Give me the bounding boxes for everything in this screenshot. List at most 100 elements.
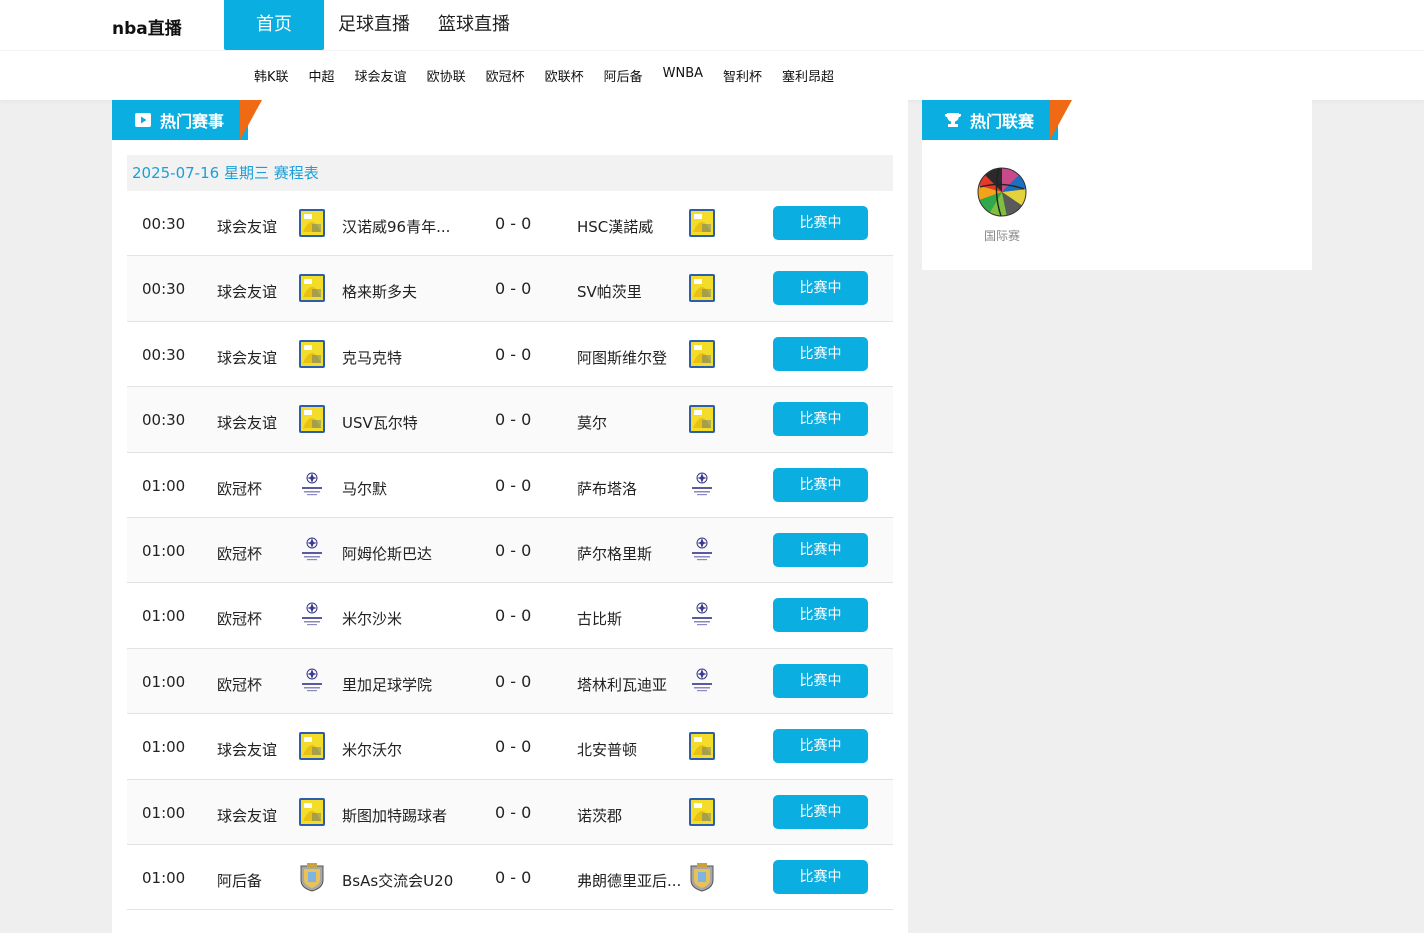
- nav-football-live[interactable]: 足球直播: [324, 0, 424, 50]
- match-row[interactable]: 01:00 欧冠杯 马尔默 0 - 0 萨布塔洛 比赛中: [127, 452, 893, 518]
- subnav-item[interactable]: 韩K联: [254, 66, 289, 85]
- away-team[interactable]: 塔林利瓦迪亚: [577, 674, 685, 695]
- live-status-button[interactable]: 比赛中: [773, 663, 868, 698]
- champions-league-icon: [298, 600, 326, 630]
- home-team[interactable]: 格来斯多夫: [342, 281, 482, 302]
- live-status-button[interactable]: 比赛中: [773, 532, 868, 567]
- home-team[interactable]: 里加足球学院: [342, 674, 482, 695]
- match-time: 01:00: [142, 738, 186, 757]
- away-team[interactable]: 萨尔格里斯: [577, 543, 685, 564]
- friendly-badge-icon: [298, 404, 326, 434]
- match-row[interactable]: 01:00 球会友谊 米尔沃尔 0 - 0 北安普顿 比赛中: [127, 714, 893, 780]
- league-subnav: 韩K联 中超 球会友谊 欧协联 欧冠杯 欧联杯 阿后备 WNBA 智利杯 塞利昂超: [254, 66, 854, 85]
- match-time: 00:30: [142, 215, 186, 233]
- nav-home[interactable]: 首页: [224, 0, 324, 50]
- away-team[interactable]: 弗朗德里亚后...: [577, 870, 685, 891]
- match-row[interactable]: 01:00 欧冠杯 米尔沙米 0 - 0 古比斯 比赛中: [127, 583, 893, 649]
- live-status-button[interactable]: 比赛中: [773, 402, 868, 437]
- tab-accent: [1050, 100, 1073, 140]
- section-title: 热门赛事: [160, 112, 225, 131]
- live-status-button[interactable]: 比赛中: [773, 859, 868, 894]
- live-status-button[interactable]: 比赛中: [773, 336, 868, 371]
- match-score: 0 - 0: [495, 410, 532, 430]
- live-status-button[interactable]: 比赛中: [773, 467, 868, 502]
- friendly-badge-icon: [688, 273, 716, 303]
- match-row[interactable]: 01:00 球会友谊 斯图加特踢球者 0 - 0 诺茨郡 比赛中: [127, 779, 893, 845]
- match-time: 00:30: [142, 411, 186, 430]
- main-nav: 首页 足球直播 篮球直播: [224, 0, 524, 50]
- home-team[interactable]: BsAs交流会U20: [342, 870, 482, 891]
- home-team[interactable]: 米尔沃尔: [342, 739, 482, 760]
- home-team[interactable]: 汉诺威96青年...: [342, 216, 482, 237]
- match-league[interactable]: 欧冠杯: [217, 478, 262, 499]
- away-team[interactable]: 萨布塔洛: [577, 478, 685, 499]
- away-team[interactable]: 诺茨郡: [577, 805, 685, 826]
- home-team[interactable]: 米尔沙米: [342, 608, 482, 629]
- champions-league-icon: [688, 600, 716, 630]
- subnav-item[interactable]: 阿后备: [604, 66, 643, 85]
- subnav-item[interactable]: 欧联杯: [545, 66, 584, 85]
- home-team[interactable]: USV瓦尔特: [342, 412, 482, 433]
- away-team[interactable]: HSC漢諾威: [577, 216, 685, 237]
- match-row[interactable]: 01:00 阿后备 BsAs交流会U20 0 - 0 弗朗德里亚后... 比赛中: [127, 844, 893, 911]
- match-time: 01:00: [142, 476, 186, 495]
- live-status-button[interactable]: 比赛中: [773, 598, 868, 633]
- match-league[interactable]: 球会友谊: [217, 412, 277, 433]
- champions-league-icon: [688, 535, 716, 565]
- match-league[interactable]: 欧冠杯: [217, 543, 262, 564]
- friendly-badge-icon: [298, 273, 326, 303]
- match-time: 01:00: [142, 672, 186, 691]
- home-team[interactable]: 斯图加特踢球者: [342, 805, 482, 826]
- subnav-item[interactable]: 中超: [309, 66, 335, 85]
- away-team[interactable]: SV帕茨里: [577, 281, 685, 302]
- home-team[interactable]: 克马克特: [342, 347, 482, 368]
- away-team[interactable]: 阿图斯维尔登: [577, 347, 685, 368]
- friendly-badge-icon: [688, 797, 716, 827]
- champions-league-icon: [688, 470, 716, 500]
- match-score: 0 - 0: [495, 737, 532, 757]
- home-team[interactable]: 马尔默: [342, 478, 482, 499]
- league-item-international[interactable]: 国际赛: [975, 167, 1029, 244]
- match-league[interactable]: 球会友谊: [217, 347, 277, 368]
- subnav-item[interactable]: 智利杯: [723, 66, 762, 85]
- match-row[interactable]: 00:30 球会友谊 USV瓦尔特 0 - 0 莫尔 比赛中: [127, 387, 893, 453]
- away-team[interactable]: 古比斯: [577, 608, 685, 629]
- match-row[interactable]: 00:30 球会友谊 克马克特 0 - 0 阿图斯维尔登 比赛中: [127, 321, 893, 388]
- match-league[interactable]: 球会友谊: [217, 805, 277, 826]
- match-time: 01:00: [142, 868, 186, 887]
- play-icon: [135, 113, 151, 127]
- subnav-item[interactable]: 欧冠杯: [486, 66, 525, 85]
- match-league[interactable]: 欧冠杯: [217, 608, 262, 629]
- match-league[interactable]: 球会友谊: [217, 281, 277, 302]
- match-score: 0 - 0: [495, 214, 532, 233]
- subnav-item[interactable]: 塞利昂超: [782, 66, 834, 85]
- subnav-item[interactable]: WNBA: [663, 66, 703, 85]
- match-league[interactable]: 阿后备: [217, 870, 262, 891]
- live-status-button[interactable]: 比赛中: [773, 206, 868, 240]
- friendly-badge-icon: [298, 731, 326, 761]
- away-team[interactable]: 莫尔: [577, 412, 685, 433]
- site-logo[interactable]: nba直播: [112, 14, 182, 39]
- match-score: 0 - 0: [495, 867, 532, 887]
- argentina-badge-icon: [298, 862, 326, 892]
- match-league[interactable]: 球会友谊: [217, 739, 277, 760]
- match-row[interactable]: 01:00 欧冠杯 里加足球学院 0 - 0 塔林利瓦迪亚 比赛中: [127, 648, 893, 715]
- match-row[interactable]: 00:30 球会友谊 汉诺威96青年... 0 - 0 HSC漢諾威 比赛中: [127, 191, 893, 257]
- champions-league-icon: [298, 535, 326, 565]
- friendly-badge-icon: [298, 208, 326, 238]
- match-score: 0 - 0: [495, 540, 532, 560]
- subnav-item[interactable]: 欧协联: [427, 66, 466, 85]
- nav-basketball-live[interactable]: 篮球直播: [424, 0, 524, 50]
- friendly-badge-icon: [298, 797, 326, 827]
- live-status-button[interactable]: 比赛中: [773, 729, 868, 764]
- match-league[interactable]: 球会友谊: [217, 216, 277, 237]
- match-row[interactable]: 01:00 欧冠杯 阿姆伦斯巴达 0 - 0 萨尔格里斯 比赛中: [127, 517, 893, 584]
- subnav-item[interactable]: 球会友谊: [355, 66, 407, 85]
- live-status-button[interactable]: 比赛中: [773, 271, 868, 306]
- live-status-button[interactable]: 比赛中: [773, 794, 868, 829]
- match-row[interactable]: 00:30 球会友谊 格来斯多夫 0 - 0 SV帕茨里 比赛中: [127, 256, 893, 322]
- home-team[interactable]: 阿姆伦斯巴达: [342, 543, 482, 564]
- away-team[interactable]: 北安普顿: [577, 739, 685, 760]
- match-league[interactable]: 欧冠杯: [217, 674, 262, 695]
- friendly-badge-icon: [298, 339, 326, 369]
